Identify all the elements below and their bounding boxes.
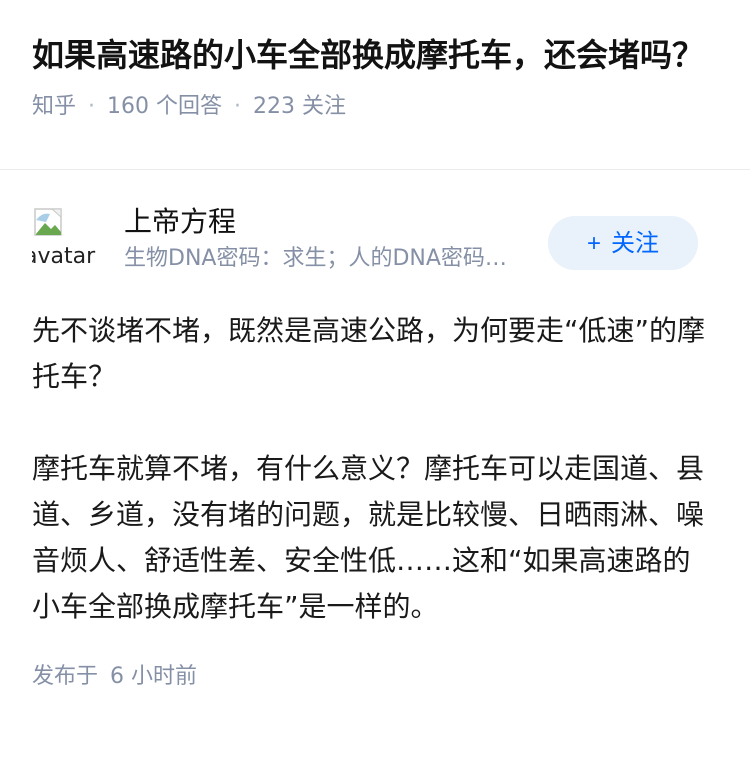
follow-button[interactable]: + 关注 [548, 216, 698, 270]
separator-dot: · [234, 94, 242, 119]
answer-count-unit: 个回答 [156, 94, 223, 119]
publish-prefix: 发布于 [32, 664, 99, 689]
follow-button-label: 关注 [611, 230, 659, 257]
answer-count-link[interactable]: 160 个回答 [107, 94, 222, 119]
author-bio: 生物DNA密码：求生；人的DNA密码：求生、求知、求爱 [124, 246, 524, 271]
publish-time: 6 小时前 [110, 664, 198, 689]
answer-paragraph: 摩托车就算不堵，有什么意义？摩托车可以走国道、县道、乡道，没有堵的问题，就是比较… [32, 452, 705, 623]
answer-card: avatar 上帝方程 生物DNA密码：求生；人的DNA密码：求生、求知、求爱 … [0, 170, 750, 692]
author-name[interactable]: 上帝方程 [124, 204, 236, 240]
avatar-alt-text: avatar [32, 244, 96, 269]
question-meta: 知乎 · 160 个回答 · 223 关注 [32, 92, 718, 122]
separator-dot: · [88, 94, 96, 119]
answer-paragraph: 先不谈堵不堵，既然是高速公路，为何要走“低速”的摩托车？ [32, 314, 706, 393]
answer-content: 先不谈堵不堵，既然是高速公路，为何要走“低速”的摩托车？ 摩托车就算不堵，有什么… [32, 308, 718, 630]
follower-count-unit: 关注 [302, 94, 347, 119]
follower-count-link[interactable]: 223 关注 [253, 94, 346, 119]
source-label[interactable]: 知乎 [32, 94, 76, 119]
answer-count: 160 [107, 94, 150, 119]
question-title[interactable]: 如果高速路的小车全部换成摩托车，还会堵吗？ [32, 30, 718, 80]
avatar[interactable]: avatar [32, 208, 96, 272]
author-info: avatar 上帝方程 生物DNA密码：求生；人的DNA密码：求生、求知、求爱 … [32, 204, 718, 276]
question-header: 如果高速路的小车全部换成摩托车，还会堵吗？ 知乎 · 160 个回答 · 223 关注 [0, 0, 750, 170]
plus-icon: + [586, 230, 601, 257]
follower-count: 223 [253, 94, 296, 119]
broken-image-icon [34, 208, 62, 236]
publish-info[interactable]: 发布于 6 小时前 [32, 662, 718, 692]
